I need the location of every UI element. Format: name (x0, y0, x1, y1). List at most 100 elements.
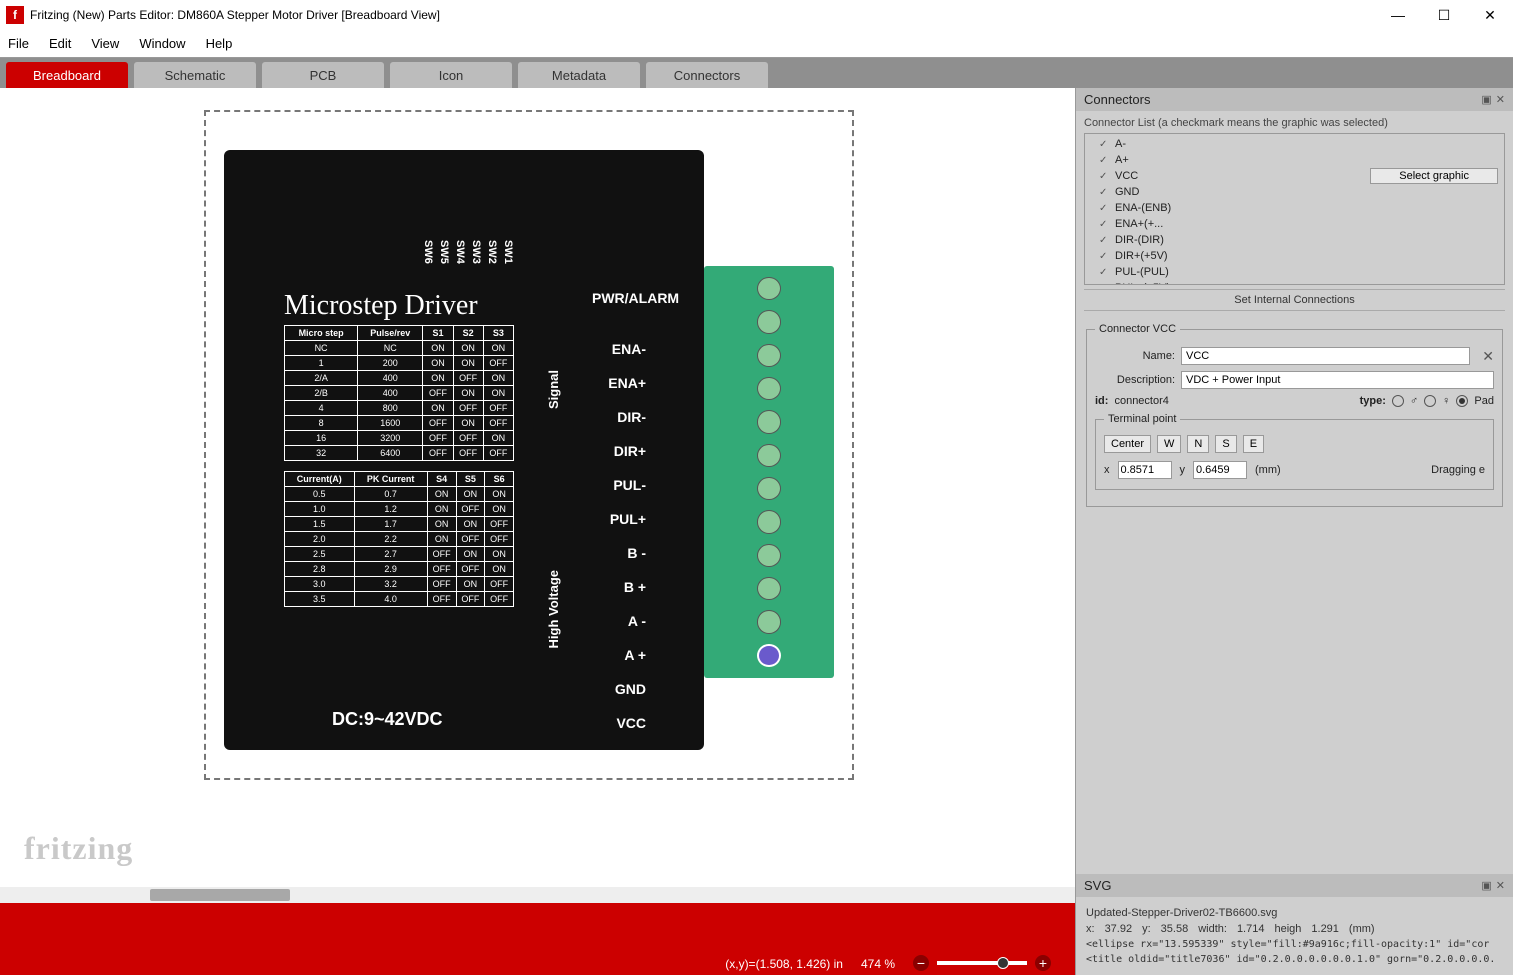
center-button[interactable]: Center (1104, 435, 1151, 453)
part-title: Microstep Driver (284, 290, 478, 322)
x-input[interactable] (1118, 461, 1172, 479)
tab-connectors[interactable]: Connectors (646, 62, 768, 88)
zoom-track[interactable] (937, 961, 1027, 965)
pwr-alarm-label: PWR/ALARM (592, 290, 679, 306)
west-button[interactable]: W (1157, 435, 1181, 453)
terminal-block (704, 266, 834, 678)
terminal-pin[interactable] (757, 377, 781, 400)
canvas-pane[interactable]: SW6SW5SW4SW3SW2SW1 Microstep Driver PWR/… (0, 88, 1075, 975)
connector-list-item[interactable]: ✓ A- (1085, 136, 1504, 152)
checkmark-icon: ✓ (1099, 187, 1111, 198)
y-input[interactable] (1193, 461, 1247, 479)
tab-metadata[interactable]: Metadata (518, 62, 640, 88)
zoom-out-button[interactable]: − (913, 955, 929, 971)
type-label: type: (1360, 395, 1386, 407)
zoom-thumb[interactable] (997, 957, 1009, 969)
terminal-pin[interactable] (757, 444, 781, 467)
type-male-radio[interactable] (1392, 395, 1404, 407)
menu-view[interactable]: View (91, 36, 119, 51)
close-panel-icon[interactable]: ✕ (1496, 93, 1505, 106)
tab-breadboard[interactable]: Breadboard (6, 62, 128, 88)
connector-detail-legend: Connector VCC (1095, 323, 1180, 335)
horizontal-scrollbar[interactable] (0, 887, 1075, 903)
name-input[interactable] (1181, 347, 1470, 365)
terminal-pin[interactable] (757, 577, 781, 600)
terminal-pin[interactable] (757, 544, 781, 567)
id-label: id: (1095, 395, 1108, 407)
connector-name: ENA-(ENB) (1115, 202, 1498, 214)
zoom-readout: 474 % (861, 957, 895, 971)
unit-label: (mm) (1255, 464, 1281, 476)
name-label: Name: (1095, 350, 1175, 362)
svg-width-label: width: (1198, 923, 1227, 935)
terminal-pin[interactable] (757, 610, 781, 633)
connector-list-item[interactable]: ✓ ENA-(ENB) (1085, 200, 1504, 216)
svg-width-value: 1.714 (1237, 923, 1265, 935)
svg-code-line: <title oldid="title7036" id="0.2.0.0.0.0… (1086, 954, 1503, 965)
close-button[interactable]: ✕ (1467, 0, 1513, 30)
minimize-button[interactable]: — (1375, 0, 1421, 30)
checkmark-icon: ✓ (1099, 171, 1111, 182)
part-graphic[interactable]: SW6SW5SW4SW3SW2SW1 Microstep Driver PWR/… (204, 110, 854, 780)
terminal-pin[interactable] (757, 310, 781, 333)
zoom-in-button[interactable]: + (1035, 955, 1051, 971)
terminal-pin[interactable] (757, 277, 781, 300)
type-pad-label: Pad (1474, 395, 1494, 407)
connector-name: A+ (1115, 154, 1498, 166)
connector-list-item[interactable]: ✓PUL+(+5V) (1085, 280, 1504, 285)
connector-list-item[interactable]: ✓ VCCSelect graphic (1085, 168, 1504, 184)
connector-list-item[interactable]: ✓GND (1085, 184, 1504, 200)
switch-labels: SW6SW5SW4SW3SW2SW1 (422, 240, 514, 264)
east-button[interactable]: E (1243, 435, 1264, 453)
connector-list-item[interactable]: ✓ A+ (1085, 152, 1504, 168)
tab-schematic[interactable]: Schematic (134, 62, 256, 88)
terminal-pin-vcc[interactable] (757, 644, 781, 667)
checkmark-icon: ✓ (1099, 267, 1111, 278)
connector-name: A- (1115, 138, 1498, 150)
svg-section: Updated-Stepper-Driver02-TB6600.svg x:37… (1076, 897, 1513, 975)
connector-detail-group: Connector VCC Name: ✕ Description: id: c… (1086, 323, 1503, 507)
svg-x-value: 37.92 (1105, 923, 1133, 935)
north-button[interactable]: N (1187, 435, 1209, 453)
checkmark-icon: ✓ (1099, 235, 1111, 246)
view-tabs: Breadboard Schematic PCB Icon Metadata C… (0, 58, 1513, 88)
type-female-radio[interactable] (1424, 395, 1436, 407)
scrollbar-thumb[interactable] (150, 889, 290, 901)
description-input[interactable] (1181, 371, 1494, 389)
menu-bar: File Edit View Window Help (0, 30, 1513, 58)
terminal-pin[interactable] (757, 344, 781, 367)
connector-name: VCC (1115, 170, 1370, 182)
menu-window[interactable]: Window (139, 36, 185, 51)
menu-help[interactable]: Help (206, 36, 233, 51)
set-internal-connections-button[interactable]: Set Internal Connections (1084, 289, 1505, 311)
checkmark-icon: ✓ (1099, 203, 1111, 214)
connector-list-item[interactable]: ✓ DIR-(DIR) (1085, 232, 1504, 248)
terminal-pin[interactable] (757, 477, 781, 500)
type-pad-radio[interactable] (1456, 395, 1468, 407)
close-svg-icon[interactable]: ✕ (1496, 879, 1505, 892)
connector-list[interactable]: ✓A-✓A+✓VCCSelect graphic✓GND✓ENA-(ENB)✓E… (1084, 133, 1505, 285)
checkmark-icon: ✓ (1099, 139, 1111, 150)
connector-name: ENA+(+... (1115, 218, 1498, 230)
pin-labels: ENA-ENA+ DIR-DIR+ PUL-PUL+ B -B + A -A +… (586, 332, 646, 740)
undock-icon[interactable]: ▣ (1481, 93, 1491, 106)
zoom-slider[interactable]: − + (913, 955, 1051, 971)
tab-icon[interactable]: Icon (390, 62, 512, 88)
connector-list-item[interactable]: ✓DIR+(+5V) (1085, 248, 1504, 264)
terminal-pin[interactable] (757, 510, 781, 533)
connector-name: DIR-(DIR) (1115, 234, 1498, 246)
menu-file[interactable]: File (8, 36, 29, 51)
maximize-button[interactable]: ☐ (1421, 0, 1467, 30)
menu-edit[interactable]: Edit (49, 36, 71, 51)
undock-svg-icon[interactable]: ▣ (1481, 879, 1491, 892)
south-button[interactable]: S (1215, 435, 1236, 453)
terminal-point-group: Terminal point Center W N S E x y (mm) (1095, 413, 1494, 490)
checkmark-icon: ✓ (1099, 155, 1111, 166)
connector-list-item[interactable]: ✓PUL-(PUL) (1085, 264, 1504, 280)
checkmark-icon: ✓ (1099, 283, 1111, 286)
connector-list-item[interactable]: ✓ENA+(+... (1085, 216, 1504, 232)
select-graphic-button[interactable]: Select graphic (1370, 168, 1498, 184)
tab-pcb[interactable]: PCB (262, 62, 384, 88)
terminal-pin[interactable] (757, 410, 781, 433)
clear-name-icon[interactable]: ✕ (1482, 348, 1494, 365)
